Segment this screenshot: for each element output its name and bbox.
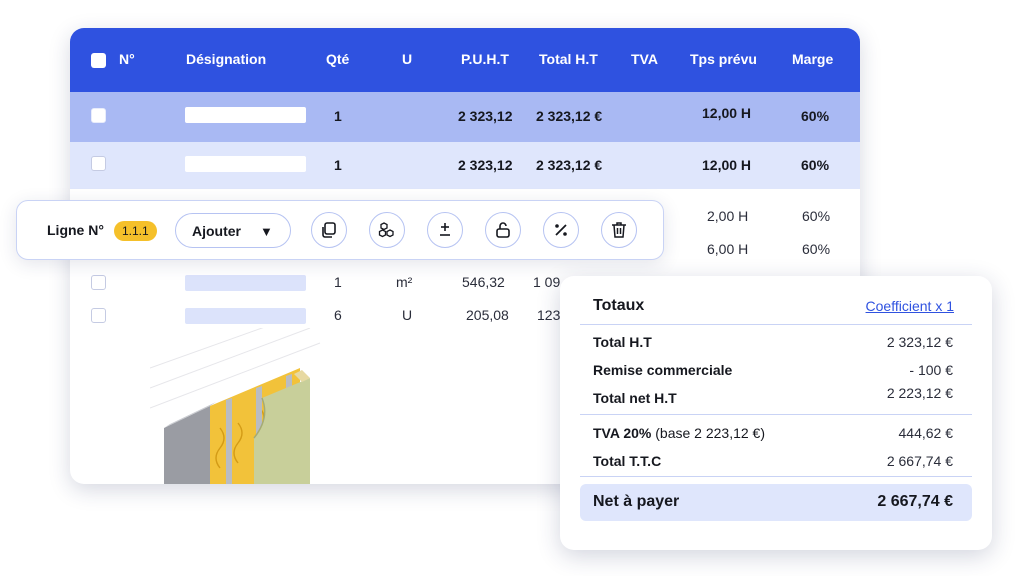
col-margin: Marge: [792, 51, 834, 67]
vat-line: TVA 20% (base 2 223,12 €): [593, 425, 765, 441]
col-num: N°: [119, 51, 135, 67]
row-qty: 1: [334, 108, 342, 124]
row-unit: m²: [396, 274, 413, 290]
row-planned-time: 12,00 H: [702, 157, 752, 173]
line-label: Ligne N°: [47, 222, 104, 238]
trash-icon: [612, 222, 626, 238]
vat-label: TVA 20%: [593, 425, 652, 441]
line-number-badge: 1.1.1: [114, 221, 157, 241]
net-ht-value: 2 223,12 €: [886, 385, 953, 401]
row-margin: 60%: [802, 241, 831, 257]
total-ht-value: 2 323,12 €: [886, 334, 953, 350]
vat-base: (base 2 223,12 €): [655, 425, 765, 441]
plus-minus-button[interactable]: [427, 212, 463, 248]
col-total-ht: Total H.T: [539, 51, 598, 67]
divider: [580, 476, 972, 477]
row-total-ht: 1 09: [533, 274, 561, 290]
percent-button[interactable]: [543, 212, 579, 248]
insulated-wall-illustration: [150, 328, 321, 484]
col-planned-time: Tps prévu: [690, 51, 757, 67]
col-unit: U: [402, 51, 413, 67]
row-checkbox[interactable]: [91, 275, 106, 290]
add-button-label: Ajouter: [192, 223, 241, 239]
divider: [580, 414, 972, 415]
components-button[interactable]: [369, 212, 405, 248]
row-unit-price: 2 323,12: [458, 157, 513, 173]
col-unit-price: P.U.H.T: [461, 51, 509, 67]
select-all-checkbox[interactable]: [91, 53, 106, 68]
row-planned-time: 2,00 H: [707, 208, 749, 224]
row-unit-price: 205,08: [466, 307, 509, 323]
net-to-pay-label: Net à payer: [593, 493, 680, 510]
row-margin: 60%: [801, 108, 830, 124]
boxes-icon: [378, 222, 394, 238]
row-unit-price: 2 323,12: [458, 108, 513, 124]
row-qty: 1: [334, 157, 342, 173]
line-toolbar: Ligne N° 1.1.1 Ajouter ▼: [16, 200, 664, 260]
designation-placeholder: [185, 275, 306, 291]
ttc-value: 2 667,74 €: [886, 453, 953, 469]
delete-button[interactable]: [601, 212, 637, 248]
row-margin: 60%: [802, 208, 831, 224]
designation-placeholder: [185, 156, 306, 172]
row-unit: U: [402, 307, 413, 323]
discount-label: Remise commerciale: [593, 362, 733, 378]
row-total-ht: 2 323,12 €: [536, 157, 603, 173]
duplicate-button[interactable]: [311, 212, 347, 248]
totals-panel: Totaux Coefficient x 1 Total H.T 2 323,1…: [560, 276, 992, 550]
table-header: N° Désignation Qté U P.U.H.T Total H.T T…: [70, 28, 860, 92]
row-checkbox[interactable]: [91, 308, 106, 323]
net-to-pay-box: Net à payer 2 667,74 €: [580, 484, 972, 521]
row-margin: 60%: [801, 157, 830, 173]
copy-icon: [322, 222, 336, 238]
row-total-ht: 2 323,12 €: [536, 108, 603, 124]
unlock-button[interactable]: [485, 212, 521, 248]
divider: [580, 324, 972, 325]
vat-value: 444,62 €: [898, 425, 954, 441]
row-planned-time: 12,00 H: [702, 105, 752, 121]
col-qty: Qté: [326, 51, 350, 67]
percent-icon: [555, 224, 567, 236]
total-ht-label: Total H.T: [593, 334, 652, 350]
plus-minus-icon: [440, 223, 450, 236]
col-vat: TVA: [631, 51, 658, 67]
table-row[interactable]: 1 2 323,12 2 323,12 € 12,00 H 60%: [70, 142, 860, 189]
row-checkbox[interactable]: [91, 156, 106, 171]
row-unit-price: 546,32: [462, 274, 505, 290]
designation-placeholder: [185, 107, 306, 123]
row-checkbox[interactable]: [91, 108, 106, 123]
add-dropdown-button[interactable]: Ajouter ▼: [175, 213, 291, 248]
net-ht-label: Total net H.T: [593, 390, 677, 406]
col-designation: Désignation: [186, 51, 267, 67]
table-row[interactable]: 1 2 323,12 2 323,12 € 12,00 H 60%: [70, 92, 860, 142]
ttc-label: Total T.T.C: [593, 453, 662, 469]
unlock-icon: [496, 222, 510, 238]
row-planned-time: 6,00 H: [707, 241, 749, 257]
net-to-pay-value: 2 667,74 €: [877, 493, 953, 510]
coefficient-link[interactable]: Coefficient x 1: [866, 298, 954, 314]
row-qty: 6: [334, 307, 342, 323]
discount-value: - 100 €: [909, 362, 953, 378]
totals-title: Totaux: [593, 297, 645, 314]
designation-placeholder: [185, 308, 306, 324]
row-qty: 1: [334, 274, 342, 290]
caret-down-icon: ▼: [260, 224, 273, 239]
row-total-ht: 123: [537, 307, 561, 323]
